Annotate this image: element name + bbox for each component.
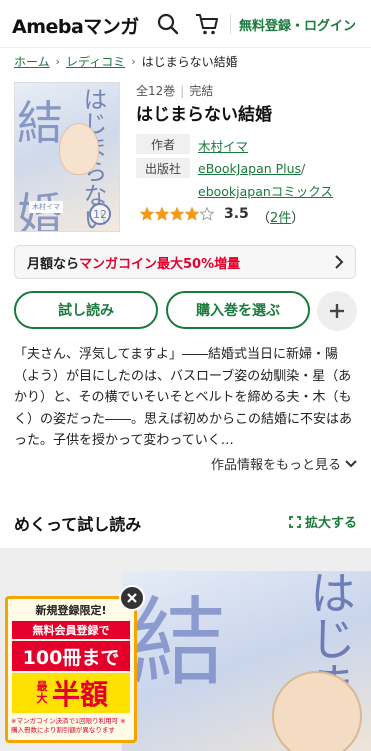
star-filled-icon (140, 207, 154, 221)
app-header: Amebaマンガ 無料登録・ログイン (0, 0, 371, 48)
chevron-right-icon: › (55, 54, 61, 68)
star-empty-icon (200, 207, 214, 221)
breadcrumb-home[interactable]: ホーム (14, 53, 50, 70)
select-volume-button[interactable]: 購入巻を選ぶ (166, 291, 310, 329)
meta-divider: | (180, 84, 185, 98)
ad-headline: 新規登録限定! (35, 604, 107, 617)
review-paren-close: ） (291, 211, 305, 226)
ad-footnote: ※マンガコイン決済で1回限り利用可 ※購入冊数により割引額が異なります (11, 717, 126, 734)
volume-count: 全12巻 (136, 84, 176, 98)
header-divider (230, 14, 231, 34)
ad-100-books: 100冊まで (12, 641, 130, 671)
page-illustration (272, 671, 362, 751)
search-icon[interactable] (156, 12, 180, 36)
login-link[interactable]: 無料登録・ログイン (239, 15, 356, 34)
rating-stars (140, 207, 214, 221)
signup-campaign-ad[interactable]: 新規登録限定! 無料会員登録で 100冊まで 最大 半額 ※マンガコイン決済で1… (5, 596, 137, 743)
breadcrumb-category[interactable]: レディコミ (66, 53, 125, 70)
promo-highlight: マンガコイン最大50%増量 (79, 256, 241, 272)
trial-section-title: めくって試し読み (14, 515, 142, 534)
breadcrumb-current: はじまらない結婚 (141, 54, 238, 69)
cover-char-top: 結 (17, 96, 63, 150)
publisher-label: 出版社 (136, 158, 190, 178)
review-count: （2件） (257, 207, 304, 226)
plus-icon (330, 304, 344, 318)
review-paren-open: （ (257, 211, 271, 226)
expand-label: 拡大する (304, 516, 357, 531)
star-filled-icon (185, 207, 199, 221)
chevron-right-icon (333, 255, 345, 269)
expand-button[interactable]: 拡大する (289, 512, 357, 531)
book-cover[interactable]: 結 婚 はじまらない 木村イマ 12 (14, 82, 120, 232)
review-count-link[interactable]: 2件 (270, 211, 291, 226)
chevron-right-icon: › (131, 54, 136, 68)
book-description: 「夫さん、浮気してますよ」――結婚式当日に新婦・陽（よう）が目にしたのは、バスロ… (14, 347, 353, 448)
more-info-label: 作品情報をもっと見る (210, 458, 341, 473)
rating-value: 3.5 (224, 206, 249, 222)
add-bookshelf-button[interactable] (317, 291, 357, 331)
breadcrumb: ホーム › レディコミ › はじまらない結婚 (14, 52, 238, 70)
author-label: 作者 (136, 134, 190, 154)
ad-close-button[interactable] (119, 585, 145, 611)
ameba-manga-logo[interactable]: Amebaマンガ (12, 12, 139, 39)
book-volume-info: 全12巻 | 完結 (136, 82, 213, 99)
publisher-link[interactable]: eBookJapan Plus (198, 161, 301, 176)
ad-half-label: 半額 (51, 678, 108, 711)
coin-promo-banner[interactable]: 月額なら マンガコイン最大50%増量 (14, 245, 356, 279)
cart-icon[interactable] (194, 12, 220, 36)
cover-illustration (59, 123, 99, 175)
ad-max-label: 最大 (36, 680, 48, 705)
ad-half-price: 最大 半額 (12, 673, 130, 713)
expand-icon (289, 515, 301, 528)
page-char-large: 結 (130, 587, 226, 699)
completion-status: 完結 (189, 84, 214, 98)
trial-page-image[interactable]: 結 はじま (122, 571, 371, 751)
more-info-link[interactable]: 作品情報をもっと見る (211, 454, 357, 473)
book-title: はじまらない結婚 (136, 105, 272, 125)
close-icon (127, 593, 137, 603)
ad-free-signup: 無料会員登録で (12, 621, 130, 639)
cover-volume-mark: 12 (89, 203, 111, 225)
star-filled-icon (170, 207, 184, 221)
promo-prefix: 月額なら (27, 256, 80, 272)
imprint-link[interactable]: ebookjapanコミックス (198, 181, 333, 200)
star-filled-icon (155, 207, 169, 221)
author-link[interactable]: 木村イマ (198, 136, 248, 155)
trial-read-button[interactable]: 試し読み (14, 291, 158, 329)
chevron-down-icon (345, 459, 357, 467)
publisher-separator: / (301, 161, 306, 176)
cover-author-badge: 木村イマ (29, 201, 63, 213)
